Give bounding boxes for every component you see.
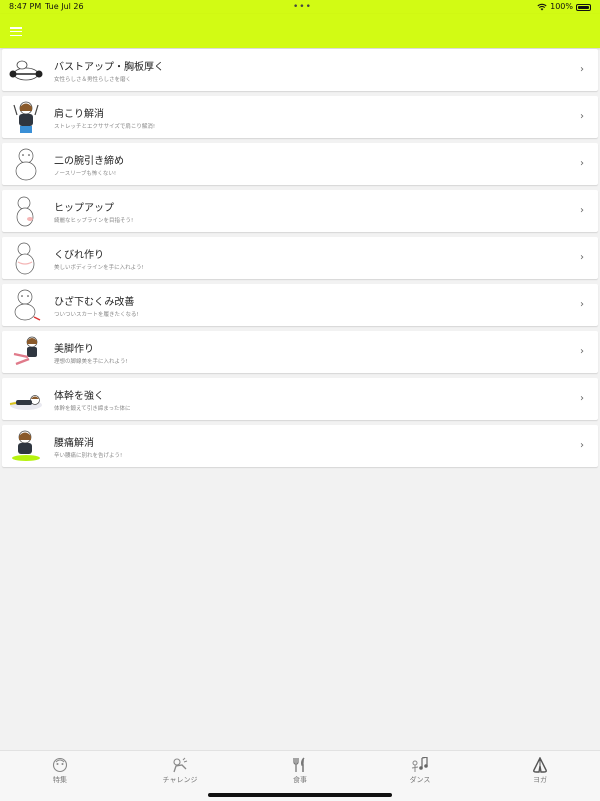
item-title: 体幹を強く <box>54 391 104 402</box>
legs-illustration-icon <box>13 336 38 366</box>
item-title: ヒップアップ <box>54 203 114 214</box>
tab-label: 特集 <box>53 776 67 784</box>
list-item-back-pain[interactable]: 腰痛解消 辛い腰痛に別れを告げよう! › <box>2 425 598 467</box>
battery-percent: 100% <box>550 2 573 11</box>
core-illustration-icon <box>9 395 42 410</box>
item-title: 美脚作り <box>54 344 94 355</box>
item-title: くびれ作り <box>54 250 104 261</box>
tab-yoga[interactable]: ヨガ <box>480 751 600 801</box>
tab-label: 食事 <box>293 776 307 784</box>
meal-icon <box>293 757 305 772</box>
chevron-right-icon: › <box>580 111 584 122</box>
item-subtitle: 体幹を鍛えて引き締まった体に <box>54 406 131 412</box>
back-pain-illustration-icon <box>12 430 40 461</box>
chevron-right-icon: › <box>580 252 584 263</box>
tab-label: ヨガ <box>533 776 547 784</box>
home-indicator[interactable] <box>208 793 392 797</box>
bust-up-illustration-icon <box>9 60 43 81</box>
dance-icon <box>411 757 428 772</box>
item-subtitle: 理想の脚線美を手に入れよう! <box>54 359 128 365</box>
chevron-right-icon: › <box>580 158 584 169</box>
tab-label: ダンス <box>409 776 431 784</box>
yoga-icon <box>533 757 547 773</box>
list-item-upper-arm[interactable]: 二の腕引き締め ノースリーブも怖くない! › <box>2 143 598 185</box>
nav-bar <box>0 14 600 48</box>
chevron-right-icon: › <box>580 346 584 357</box>
shoulder-illustration-icon <box>13 101 39 133</box>
challenge-icon <box>173 757 188 773</box>
item-subtitle: 辛い腰痛に別れを告げよう! <box>54 453 123 459</box>
chevron-right-icon: › <box>580 393 584 404</box>
exercise-menu-list: バストアップ・胸板厚く 女性らしさ＆男性らしさを磨く › 肩こり解消 ストレッチ… <box>2 49 598 472</box>
battery-icon <box>576 3 591 11</box>
item-subtitle: 美しいボディラインを手に入れよう! <box>54 265 144 271</box>
waist-illustration-icon <box>15 242 35 275</box>
chevron-right-icon: › <box>580 440 584 451</box>
item-title: バストアップ・胸板厚く <box>54 62 164 73</box>
hamburger-menu-icon[interactable] <box>10 27 22 37</box>
list-item-hip-up[interactable]: ヒップアップ 綺麗なヒップラインを目指そう! › <box>2 190 598 232</box>
upper-arm-illustration-icon <box>15 148 37 181</box>
wifi-icon <box>537 3 547 11</box>
tab-label: チャレンジ <box>162 776 198 784</box>
item-subtitle: 女性らしさ＆男性らしさを磨く <box>54 77 132 83</box>
item-title: 肩こり解消 <box>54 109 104 120</box>
status-bar: 8:47 PM Tue Jul 26 ••• 100% <box>0 0 600 14</box>
chevron-right-icon: › <box>580 299 584 310</box>
list-item-shoulder[interactable]: 肩こり解消 ストレッチとエクササイズで肩こり解消! › <box>2 96 598 138</box>
multitask-dots-icon[interactable]: ••• <box>293 0 312 14</box>
item-title: 二の腕引き締め <box>54 156 124 167</box>
status-right: 100% <box>537 0 591 14</box>
list-item-waist[interactable]: くびれ作り 美しいボディラインを手に入れよう! › <box>2 237 598 279</box>
item-subtitle: ストレッチとエクササイズで肩こり解消! <box>54 124 156 130</box>
list-item-legs[interactable]: 美脚作り 理想の脚線美を手に入れよう! › <box>2 331 598 373</box>
item-title: 腰痛解消 <box>54 438 94 449</box>
list-item-bust-up[interactable]: バストアップ・胸板厚く 女性らしさ＆男性らしさを磨く › <box>2 49 598 91</box>
feature-icon <box>52 757 68 773</box>
tab-feature[interactable]: 特集 <box>0 751 120 801</box>
item-subtitle: ついついスカートを履きたくなる! <box>54 312 139 318</box>
item-subtitle: 綺麗なヒップラインを目指そう! <box>54 218 134 224</box>
chevron-right-icon: › <box>580 205 584 216</box>
chevron-right-icon: › <box>580 64 584 75</box>
knee-illustration-icon <box>14 289 41 321</box>
item-subtitle: ノースリーブも怖くない! <box>54 171 117 177</box>
status-time: 8:47 PM <box>9 2 42 11</box>
hip-up-illustration-icon <box>16 196 34 227</box>
list-item-core[interactable]: 体幹を強く 体幹を鍛えて引き締まった体に › <box>2 378 598 420</box>
list-item-knee[interactable]: ひざ下むくみ改善 ついついスカートを履きたくなる! › <box>2 284 598 326</box>
status-date: Tue Jul 26 <box>45 2 84 11</box>
item-title: ひざ下むくみ改善 <box>54 297 135 308</box>
